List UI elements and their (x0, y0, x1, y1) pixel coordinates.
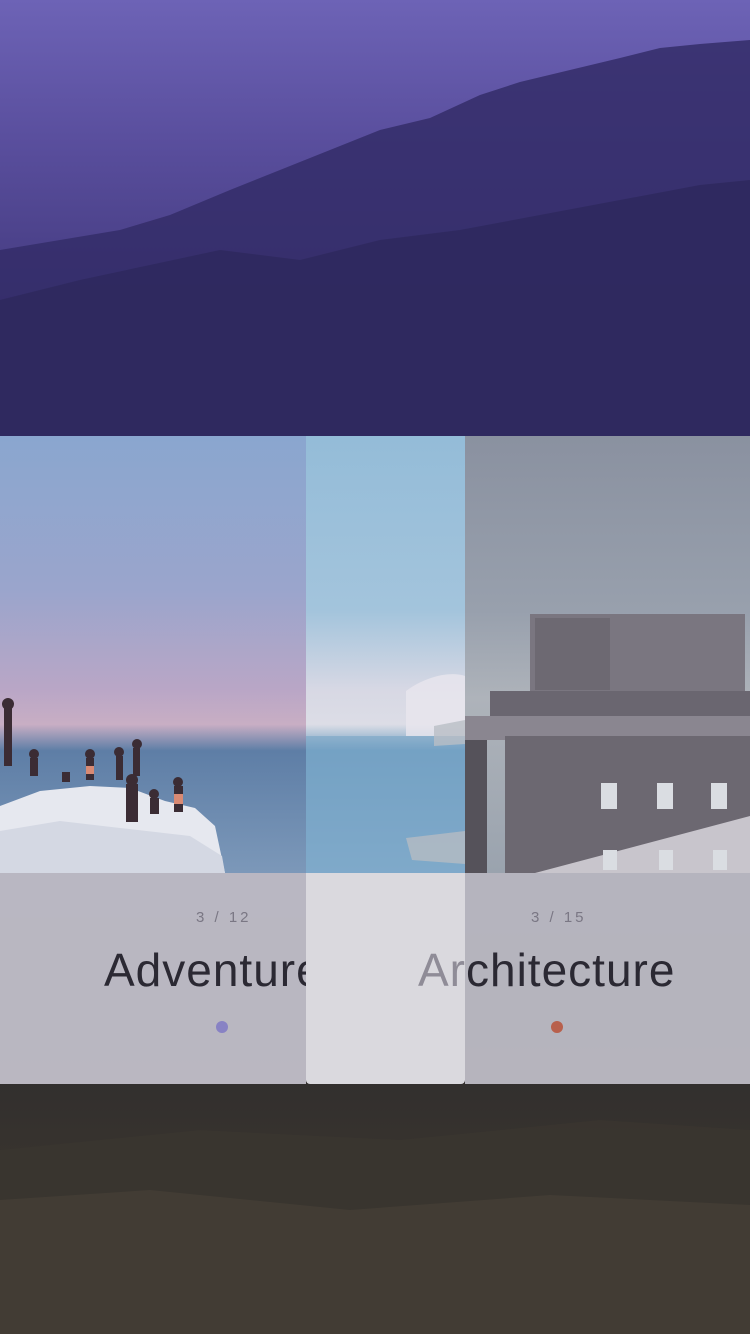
sea-horizon-illustration (306, 674, 465, 873)
pagination-dot-architecture-icon (551, 1021, 563, 1033)
architecture-photo (465, 436, 750, 873)
adventure-info-panel: 3 / 12 Adventure (0, 873, 306, 1084)
bunker-building-illustration (465, 614, 750, 873)
category-card-adventure[interactable]: 3 / 12 Adventure (0, 436, 306, 1084)
center-photo (306, 436, 465, 873)
architecture-title-prefix: Ar (418, 944, 466, 996)
architecture-title[interactable]: Architecture (418, 943, 675, 997)
adventure-title[interactable]: Adventure (104, 943, 306, 997)
architecture-title-rest: chitecture (466, 944, 676, 996)
architecture-counter: 3 / 15 (531, 909, 587, 926)
pagination-dot-adventure-icon (216, 1021, 228, 1033)
cliff-people-illustration (0, 698, 225, 873)
adventure-counter: 3 / 12 (196, 909, 252, 926)
adventure-photo (0, 436, 306, 873)
